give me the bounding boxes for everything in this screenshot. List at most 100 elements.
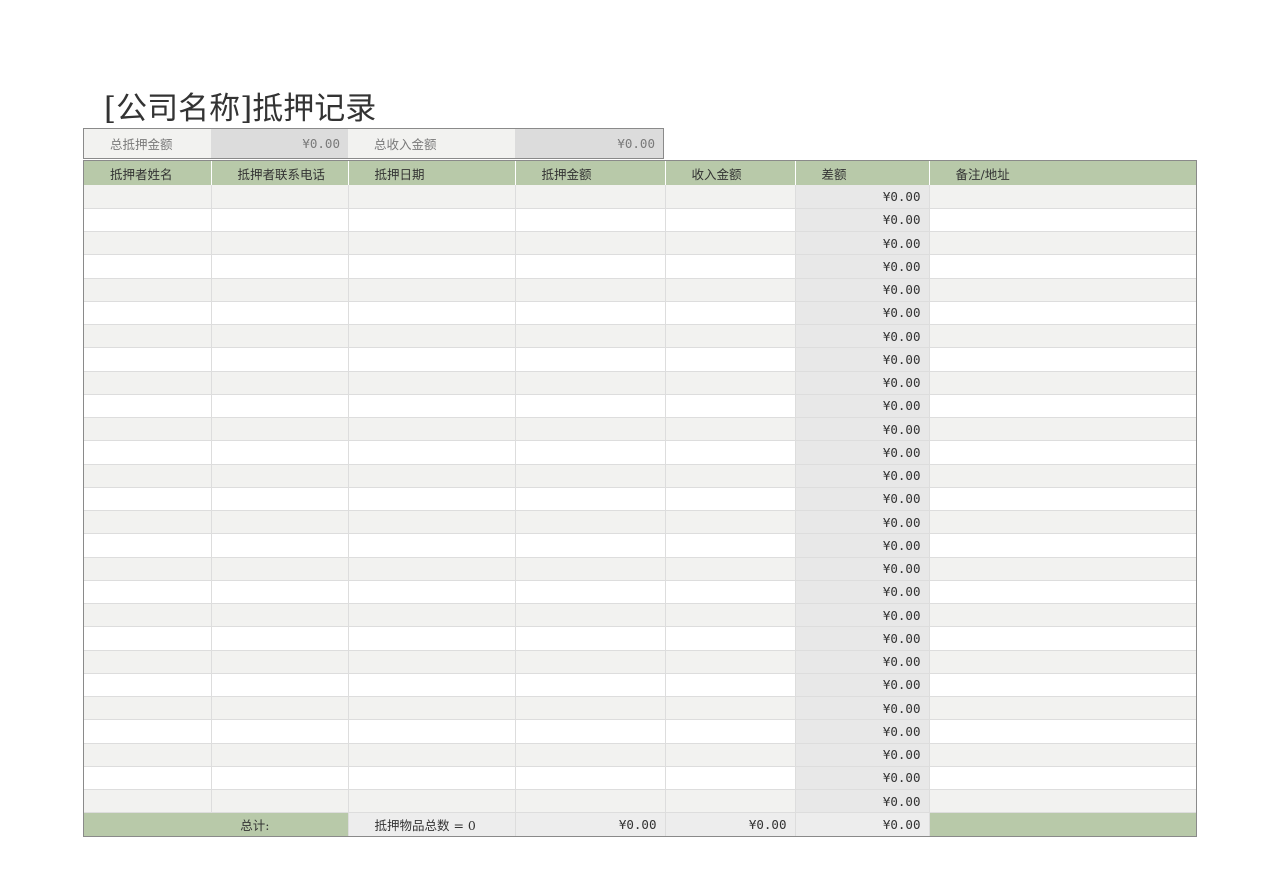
cell-amount[interactable] <box>515 231 666 256</box>
cell-amount[interactable] <box>515 417 666 442</box>
cell-phone[interactable] <box>211 743 349 767</box>
cell-diff[interactable]: ¥0.00 <box>795 301 930 326</box>
cell-note[interactable] <box>929 696 1196 721</box>
cell-income[interactable] <box>665 324 796 349</box>
cell-note[interactable] <box>929 719 1196 744</box>
cell-name[interactable] <box>84 417 212 442</box>
cell-income[interactable] <box>665 603 796 628</box>
cell-amount[interactable] <box>515 696 666 721</box>
cell-diff[interactable]: ¥0.00 <box>795 626 930 651</box>
cell-diff[interactable]: ¥0.00 <box>795 371 930 395</box>
cell-name[interactable] <box>84 487 212 512</box>
cell-name[interactable] <box>84 440 212 465</box>
cell-amount[interactable] <box>515 557 666 581</box>
cell-amount[interactable] <box>515 278 666 302</box>
cell-income[interactable] <box>665 510 796 535</box>
cell-diff[interactable]: ¥0.00 <box>795 510 930 535</box>
cell-phone[interactable] <box>211 254 349 279</box>
cell-note[interactable] <box>929 789 1196 814</box>
cell-amount[interactable] <box>515 301 666 326</box>
cell-date[interactable] <box>348 185 516 209</box>
amount-total[interactable]: ¥0.00 <box>515 812 666 836</box>
cell-note[interactable] <box>929 743 1196 767</box>
cell-diff[interactable]: ¥0.00 <box>795 557 930 581</box>
cell-date[interactable] <box>348 510 516 535</box>
cell-note[interactable] <box>929 301 1196 326</box>
cell-name[interactable] <box>84 557 212 581</box>
cell-amount[interactable] <box>515 185 666 209</box>
cell-phone[interactable] <box>211 278 349 302</box>
cell-phone[interactable] <box>211 673 349 698</box>
cell-diff[interactable]: ¥0.00 <box>795 743 930 767</box>
cell-amount[interactable] <box>515 347 666 372</box>
cell-amount[interactable] <box>515 580 666 605</box>
cell-date[interactable] <box>348 301 516 326</box>
cell-diff[interactable]: ¥0.00 <box>795 603 930 628</box>
cell-income[interactable] <box>665 743 796 767</box>
cell-date[interactable] <box>348 743 516 767</box>
cell-income[interactable] <box>665 301 796 326</box>
cell-name[interactable] <box>84 650 212 674</box>
cell-name[interactable] <box>84 185 212 209</box>
total-mortgage-value[interactable]: ¥0.00 <box>211 129 348 158</box>
cell-income[interactable] <box>665 533 796 558</box>
cell-income[interactable] <box>665 557 796 581</box>
column-header-amount[interactable]: 抵押金额 <box>515 161 666 185</box>
cell-amount[interactable] <box>515 464 666 488</box>
cell-phone[interactable] <box>211 324 349 349</box>
cell-amount[interactable] <box>515 487 666 512</box>
cell-note[interactable] <box>929 487 1196 512</box>
cell-name[interactable] <box>84 533 212 558</box>
cell-name[interactable] <box>84 719 212 744</box>
income-total[interactable]: ¥0.00 <box>665 812 796 836</box>
cell-note[interactable] <box>929 650 1196 674</box>
column-header-phone[interactable]: 抵押者联系电话 <box>211 161 349 185</box>
cell-name[interactable] <box>84 347 212 372</box>
cell-date[interactable] <box>348 417 516 442</box>
cell-name[interactable] <box>84 603 212 628</box>
cell-diff[interactable]: ¥0.00 <box>795 487 930 512</box>
column-header-income[interactable]: 收入金额 <box>665 161 796 185</box>
cell-amount[interactable] <box>515 766 666 791</box>
cell-note[interactable] <box>929 440 1196 465</box>
cell-phone[interactable] <box>211 580 349 605</box>
column-header-name[interactable]: 抵押者姓名 <box>84 161 212 185</box>
cell-note[interactable] <box>929 580 1196 605</box>
cell-date[interactable] <box>348 557 516 581</box>
cell-name[interactable] <box>84 301 212 326</box>
cell-phone[interactable] <box>211 557 349 581</box>
column-header-note[interactable]: 备注/地址 <box>929 161 1196 185</box>
cell-amount[interactable] <box>515 626 666 651</box>
cell-amount[interactable] <box>515 719 666 744</box>
cell-income[interactable] <box>665 626 796 651</box>
cell-note[interactable] <box>929 371 1196 395</box>
cell-income[interactable] <box>665 185 796 209</box>
cell-note[interactable] <box>929 394 1196 419</box>
cell-date[interactable] <box>348 487 516 512</box>
cell-amount[interactable] <box>515 324 666 349</box>
cell-note[interactable] <box>929 533 1196 558</box>
cell-income[interactable] <box>665 650 796 674</box>
cell-amount[interactable] <box>515 394 666 419</box>
cell-note[interactable] <box>929 510 1196 535</box>
cell-note[interactable] <box>929 603 1196 628</box>
cell-income[interactable] <box>665 580 796 605</box>
cell-diff[interactable]: ¥0.00 <box>795 254 930 279</box>
column-header-diff[interactable]: 差额 <box>795 161 930 185</box>
cell-date[interactable] <box>348 231 516 256</box>
cell-income[interactable] <box>665 464 796 488</box>
cell-phone[interactable] <box>211 440 349 465</box>
item-count-label[interactable]: 抵押物品总数 = 0 <box>348 812 516 836</box>
cell-name[interactable] <box>84 278 212 302</box>
cell-date[interactable] <box>348 394 516 419</box>
cell-phone[interactable] <box>211 603 349 628</box>
cell-date[interactable] <box>348 347 516 372</box>
cell-income[interactable] <box>665 719 796 744</box>
cell-income[interactable] <box>665 417 796 442</box>
cell-name[interactable] <box>84 789 212 814</box>
cell-income[interactable] <box>665 789 796 814</box>
cell-amount[interactable] <box>515 789 666 814</box>
cell-amount[interactable] <box>515 673 666 698</box>
cell-phone[interactable] <box>211 533 349 558</box>
note-total-cell[interactable] <box>929 812 1196 836</box>
